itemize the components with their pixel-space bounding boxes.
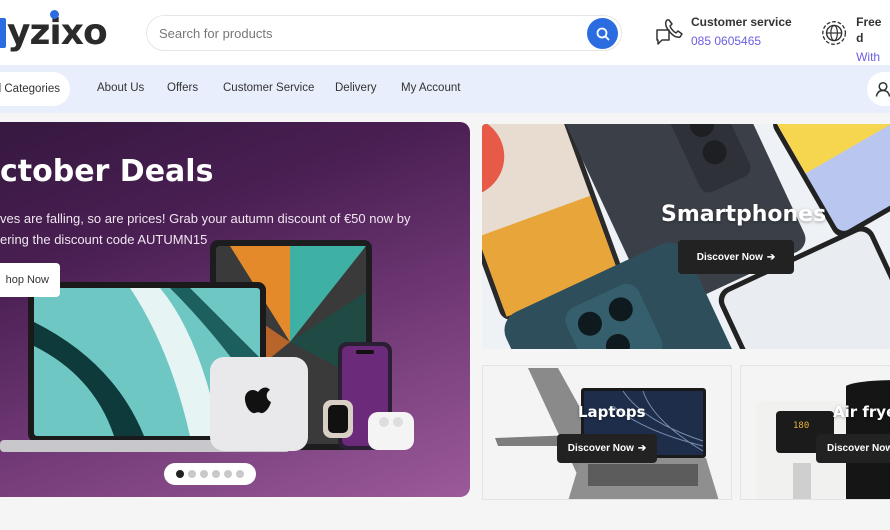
smartphones-title: Smartphones xyxy=(661,202,827,227)
arrow-right-icon: ➔ xyxy=(766,251,776,263)
carousel-dot-1[interactable] xyxy=(176,470,184,478)
air-fryer-title: Air fryer xyxy=(833,403,890,421)
user-icon xyxy=(875,81,890,97)
search-button[interactable] xyxy=(587,18,618,49)
search-bar xyxy=(146,15,622,51)
hero-description: ves are falling, so are prices! Grab you… xyxy=(0,208,420,250)
hero-description-line-2: ering the discount code AUTUMN15 xyxy=(0,232,208,247)
all-categories-button[interactable]: l Categories xyxy=(0,72,70,106)
hero-description-line-1: ves are falling, so are prices! Grab you… xyxy=(0,211,411,226)
hero-banner[interactable]: ctober Deals ves are falling, so are pri… xyxy=(0,122,470,497)
nav-about-us[interactable]: About Us xyxy=(97,82,144,94)
hero-title: ctober Deals xyxy=(0,154,214,189)
nav-my-account[interactable]: My Account xyxy=(401,82,460,94)
customer-service-title: Customer service xyxy=(691,15,792,29)
svg-text:180: 180 xyxy=(793,421,809,431)
customer-service-phone[interactable]: 085 0605465 xyxy=(691,30,792,52)
globe-icon xyxy=(822,21,847,45)
laptops-discover-label: Discover Now xyxy=(567,443,634,454)
laptops-image xyxy=(495,368,719,499)
smartphones-card[interactable]: Smartphones Discover Now ➔ xyxy=(482,124,890,349)
page-background xyxy=(0,500,890,530)
nav-customer-service[interactable]: Customer Service xyxy=(223,82,314,94)
air-fryer-discover-button[interactable]: Discover Now xyxy=(816,434,890,463)
shipping-title: Free d xyxy=(856,15,882,45)
air-fryer-card[interactable]: 180 Air fryer Discover Now xyxy=(740,365,890,500)
customer-service-info[interactable]: Customer service 085 0605465 xyxy=(653,14,792,52)
nav-delivery[interactable]: Delivery xyxy=(335,82,377,94)
carousel-dot-5[interactable] xyxy=(224,470,232,478)
smartphones-discover-button[interactable]: Discover Now ➔ xyxy=(678,240,794,274)
laptops-card[interactable]: Laptops Discover Now ➔ xyxy=(482,365,732,500)
smartphones-image xyxy=(482,124,890,349)
search-input[interactable] xyxy=(159,16,579,50)
logo[interactable]: yzixo xyxy=(0,10,108,55)
arrow-right-icon: ➔ xyxy=(637,443,647,454)
shop-now-button[interactable]: hop Now xyxy=(0,263,60,297)
phone-chat-icon xyxy=(656,19,683,45)
nav-offers[interactable]: Offers xyxy=(167,82,198,94)
logo-dot xyxy=(50,10,59,19)
smartphones-discover-label: Discover Now xyxy=(696,251,763,263)
laptops-discover-button[interactable]: Discover Now ➔ xyxy=(557,434,657,463)
laptops-title: Laptops xyxy=(578,403,646,421)
carousel-dot-3[interactable] xyxy=(200,470,208,478)
site-header: yzixo Customer service 085 0605465 Free … xyxy=(0,0,890,86)
carousel-dot-4[interactable] xyxy=(212,470,220,478)
carousel-dot-6[interactable] xyxy=(236,470,244,478)
air-fryer-discover-label: Discover Now xyxy=(827,443,890,454)
air-fryer-image: 180 xyxy=(756,380,890,499)
carousel-dot-2[interactable] xyxy=(188,470,196,478)
logo-mark xyxy=(0,17,6,48)
search-icon xyxy=(596,27,609,40)
account-button[interactable] xyxy=(867,72,890,106)
main-nav: l Categories About Us Offers Customer Se… xyxy=(0,65,890,113)
carousel-dots xyxy=(164,463,256,485)
